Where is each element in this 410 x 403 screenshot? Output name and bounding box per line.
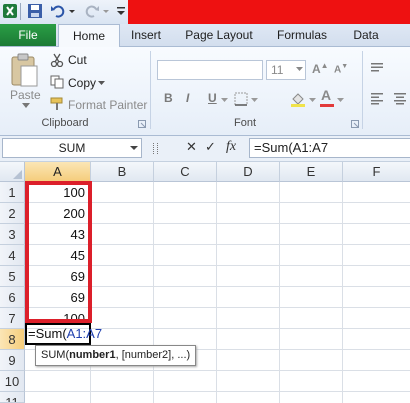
scissors-icon [50, 53, 64, 67]
excel-logo-icon [3, 4, 17, 18]
paste-dropdown-icon[interactable] [22, 103, 30, 109]
font-color-dropdown-icon[interactable] [337, 98, 344, 103]
ribbon-separator [362, 51, 363, 129]
italic-button[interactable]: I [186, 91, 189, 105]
gridline [342, 182, 343, 403]
fill-color-dropdown-icon[interactable] [309, 98, 316, 103]
copy-icon [50, 75, 64, 89]
gridline [25, 370, 410, 371]
column-header-f[interactable]: F [343, 162, 410, 182]
column-header-b[interactable]: B [91, 162, 154, 182]
bold-button[interactable]: B [164, 91, 173, 105]
row-header-9[interactable]: 9 [0, 350, 25, 371]
paste-button-label[interactable]: Paste [10, 88, 41, 102]
select-all-corner[interactable] [0, 162, 25, 182]
font-name-box[interactable] [157, 60, 263, 80]
underline-button[interactable]: U [208, 91, 217, 105]
font-size-dropdown-icon[interactable] [296, 67, 303, 72]
customize-toolbar-icon[interactable] [116, 3, 126, 19]
row-header-10[interactable]: 10 [0, 371, 25, 392]
gridline [279, 182, 280, 403]
fill-color-icon[interactable] [290, 91, 306, 107]
function-tooltip[interactable]: SUM(number1, [number2], ...) [35, 345, 197, 366]
cell-a8-formula-prefix: =Sum( [28, 326, 67, 341]
formula-input[interactable]: =Sum(A1:A7 [249, 138, 410, 158]
clipboard-launcher-icon[interactable] [138, 120, 146, 128]
redo-dropdown-icon[interactable] [102, 3, 110, 19]
select-all-triangle-icon [13, 170, 22, 179]
tab-home[interactable]: Home [58, 24, 120, 47]
align-left-icon[interactable] [370, 91, 384, 105]
row-header-11[interactable]: 11 [0, 392, 25, 403]
quick-access-toolbar [0, 0, 410, 24]
ribbon-separator [150, 51, 151, 129]
formula-bar: SUM ✕ ✓ fx =Sum(A1:A7 [0, 136, 410, 162]
column-header-e[interactable]: E [280, 162, 343, 182]
font-color-icon[interactable]: A [321, 88, 331, 102]
paste-icon[interactable] [9, 52, 39, 88]
tab-page-layout[interactable]: Page Layout [178, 24, 260, 46]
align-center-icon[interactable] [393, 91, 407, 105]
insert-function-icon[interactable]: fx [226, 139, 236, 155]
copy-dropdown-icon[interactable] [98, 81, 105, 86]
column-header-d[interactable]: D [217, 162, 280, 182]
row-header-2[interactable]: 2 [0, 203, 25, 224]
row-header-1[interactable]: 1 [0, 182, 25, 203]
formula-bar-grip[interactable] [153, 143, 158, 154]
save-icon[interactable] [27, 3, 43, 19]
align-top-icon[interactable] [370, 61, 384, 75]
gridline [216, 182, 217, 403]
cancel-icon[interactable]: ✕ [186, 139, 197, 155]
gridline [25, 391, 410, 392]
redo-icon[interactable] [84, 3, 100, 19]
format-painter-icon [50, 97, 63, 110]
gridline [153, 182, 154, 403]
tab-file[interactable]: File [0, 24, 56, 46]
tab-insert[interactable]: Insert [122, 24, 170, 46]
row-header-6[interactable]: 6 [0, 287, 25, 308]
tab-formulas[interactable]: Formulas [268, 24, 336, 46]
enter-icon[interactable]: ✓ [205, 139, 216, 155]
undo-icon[interactable] [50, 3, 66, 19]
grow-font-icon[interactable]: A▲ [312, 61, 329, 76]
ribbon-home: Paste Cut Copy Format Painter Clipboard … [0, 47, 410, 136]
font-launcher-icon[interactable] [351, 120, 359, 128]
row-header-3[interactable]: 3 [0, 224, 25, 245]
tooltip-function-name: SUM( [41, 349, 70, 361]
title-bar-redaction [128, 0, 410, 24]
font-group-label: Font [233, 117, 256, 129]
undo-dropdown-icon[interactable] [68, 3, 76, 19]
shrink-font-icon[interactable]: A▼ [334, 63, 348, 75]
cell-a8-range-reference: A1:A7 [66, 326, 103, 341]
copy-button[interactable]: Copy [68, 76, 96, 90]
borders-icon[interactable] [234, 92, 248, 106]
ribbon-tabs: File Home Insert Page Layout Formulas Da… [0, 24, 410, 47]
tooltip-other-arguments: , [number2], ...) [115, 349, 191, 361]
name-box[interactable]: SUM [2, 138, 142, 158]
row-header-4[interactable]: 4 [0, 245, 25, 266]
row-header-7[interactable]: 7 [0, 308, 25, 329]
tooltip-current-argument[interactable]: number1 [69, 349, 115, 361]
column-header-c[interactable]: C [154, 162, 217, 182]
cell-a8-editor[interactable]: =Sum(A1:A7 [28, 323, 102, 344]
row-header-8[interactable]: 8 [0, 329, 25, 350]
row-header-5[interactable]: 5 [0, 266, 25, 287]
name-box-dropdown-icon[interactable] [130, 146, 138, 151]
clipboard-group-label: Clipboard [41, 117, 89, 129]
toolbar-separator [20, 3, 21, 20]
tab-data[interactable]: Data [344, 24, 388, 46]
cut-button[interactable]: Cut [68, 53, 87, 67]
format-painter-button[interactable]: Format Painter [68, 98, 147, 112]
range-highlight [25, 181, 92, 323]
font-color-swatch [320, 104, 334, 107]
column-header-a[interactable]: A [25, 162, 91, 182]
underline-dropdown-icon[interactable] [221, 98, 228, 103]
borders-dropdown-icon[interactable] [251, 98, 258, 103]
